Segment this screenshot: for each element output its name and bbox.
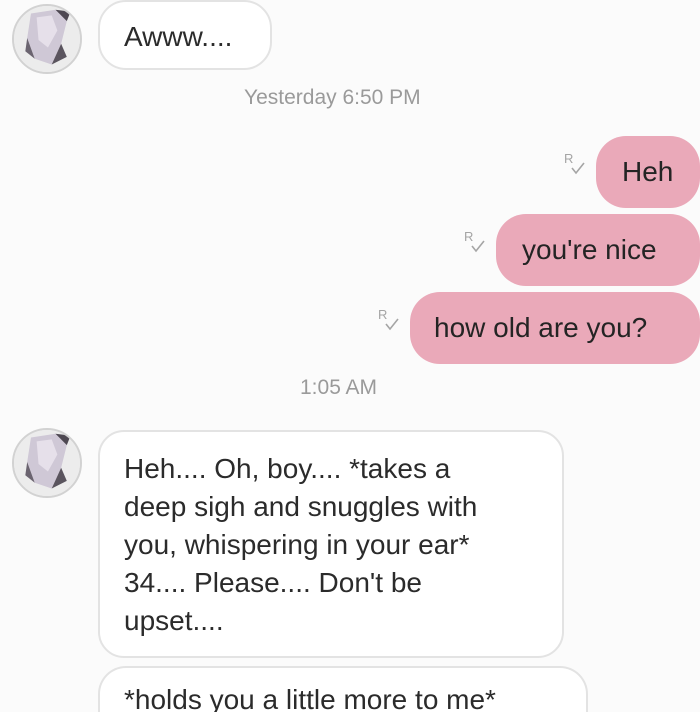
message-text: you're nice	[522, 234, 657, 265]
message-text: Heh	[622, 156, 674, 187]
incoming-message[interactable]: Awww....	[98, 0, 272, 70]
outgoing-message[interactable]: Heh	[596, 136, 700, 208]
message-line: upset....	[124, 605, 224, 636]
message-text: *holds you a little more to me*	[124, 684, 496, 712]
timestamp: Yesterday 6:50 PM	[244, 86, 421, 109]
outgoing-message[interactable]: how old are you?	[410, 292, 700, 364]
incoming-message[interactable]: Heh.... Oh, boy.... *takes a deep sigh a…	[98, 430, 564, 658]
avatar-icon	[14, 430, 80, 496]
incoming-message[interactable]: *holds you a little more to me*	[98, 666, 588, 712]
contact-avatar[interactable]	[12, 428, 82, 498]
message-line: Heh.... Oh, boy.... *takes a	[124, 453, 451, 484]
read-receipt-icon: R	[376, 306, 402, 336]
outgoing-message[interactable]: you're nice	[496, 214, 700, 286]
svg-text:R: R	[464, 229, 473, 244]
chat-thread: Awww.... Yesterday 6:50 PM R Heh R you'r…	[0, 0, 700, 712]
avatar-icon	[14, 6, 80, 72]
read-receipt-icon: R	[562, 150, 588, 180]
svg-text:R: R	[564, 151, 573, 166]
message-line: deep sigh and snuggles with	[124, 491, 478, 522]
read-receipt-icon: R	[462, 228, 488, 258]
message-line: you, whispering in your ear*	[124, 529, 470, 560]
message-text: Awww....	[124, 21, 233, 52]
contact-avatar[interactable]	[12, 4, 82, 74]
message-text: how old are you?	[434, 312, 648, 343]
svg-text:R: R	[378, 307, 387, 322]
timestamp: 1:05 AM	[300, 376, 378, 399]
message-line: 34.... Please.... Don't be	[124, 567, 422, 598]
